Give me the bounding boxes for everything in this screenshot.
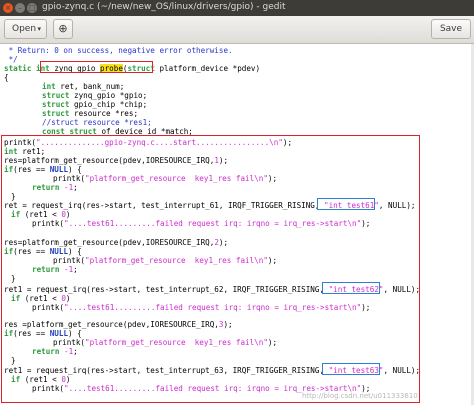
window-minimize-button[interactable]: –: [15, 3, 25, 13]
annotation-box-int-test62: [322, 282, 380, 294]
new-tab-icon: ⊕: [58, 22, 68, 35]
code-comment: * Return: 0 on success, negative error o…: [4, 46, 233, 55]
header-toolbar: Open ▾ ⊕ Save: [0, 16, 474, 44]
code-text: platform_device *pdev): [154, 64, 261, 73]
code-text: {: [4, 73, 9, 82]
window-close-button[interactable]: ×: [3, 3, 13, 13]
save-button[interactable]: Save: [431, 19, 471, 39]
code-line: * Return: 0 on success, negative error o…: [4, 45, 233, 56]
open-button[interactable]: Open ▾: [4, 19, 47, 39]
annotation-box-int-test61: [317, 198, 375, 210]
window-maximize-button[interactable]: □: [27, 3, 37, 13]
annotation-box-int-test63: [322, 363, 380, 375]
open-label: Open: [12, 24, 37, 34]
window-titlebar: × – □ gpio-zynq.c (~/new/new_OS/linux/dr…: [0, 0, 474, 16]
code-line: {: [4, 72, 9, 83]
annotation-box-function: [40, 61, 153, 73]
chevron-down-icon: ▾: [37, 25, 41, 33]
window-title: gpio-zynq.c (~/new/new_OS/linux/drivers/…: [42, 2, 286, 12]
new-tab-button[interactable]: ⊕: [53, 19, 73, 39]
code-editor[interactable]: * Return: 0 on success, negative error o…: [0, 44, 474, 405]
watermark: http://blog.csdn.net/u011333610: [302, 392, 418, 400]
